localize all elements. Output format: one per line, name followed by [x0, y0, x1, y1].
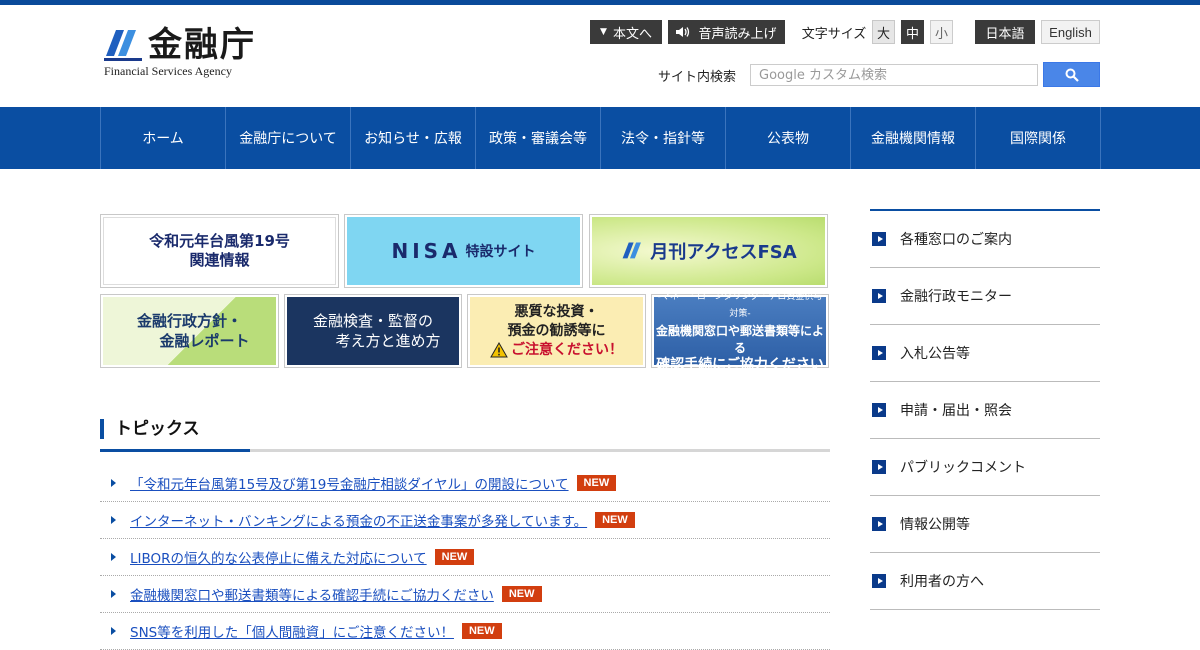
font-size-label: 文字サイズ [801, 26, 867, 42]
banner-aml-line3: 確認手続にご協力ください [656, 356, 824, 373]
banner-aml-line2: 金融機関窓口や郵送書類等による [655, 323, 824, 355]
lang-english-button[interactable]: English [1041, 20, 1100, 44]
nav-laws[interactable]: 法令・指針等 [601, 107, 726, 169]
banner-inspection[interactable]: 金融検査・監督の 考え方と進め方 [284, 294, 462, 368]
topic-item: LIBORの恒久的な公表停止に備えた対応について NEW [100, 539, 830, 576]
nav-about[interactable]: 金融庁について [226, 107, 351, 169]
topic-link[interactable]: インターネット・バンキングによる預金の不正送金事案が多発しています。 [130, 510, 587, 530]
top-accent-bar [0, 0, 1200, 5]
side-item-disclosure[interactable]: 情報公開等 [870, 496, 1100, 553]
side-item-label: 各種窓口のご案内 [900, 232, 1012, 248]
arrow-square-icon [872, 232, 886, 246]
fsa-logo[interactable]: 金融庁 Financial Services Agency [102, 24, 272, 80]
search-input[interactable] [750, 64, 1038, 86]
fsa-emblem-icon [104, 30, 142, 61]
skip-label: 本文へ [612, 26, 652, 42]
speaker-icon [676, 27, 690, 37]
nav-policy[interactable]: 政策・審議会等 [476, 107, 601, 169]
nav-institutions[interactable]: 金融機関情報 [851, 107, 976, 169]
arrow-right-icon [111, 590, 116, 598]
font-size-medium-button[interactable]: 中 [901, 20, 924, 44]
banner-policy-line2: 金融レポート [159, 332, 250, 350]
fsa-emblem-icon [622, 242, 642, 259]
side-item-public-comment[interactable]: パブリックコメント [870, 439, 1100, 496]
skip-to-content-button[interactable]: ▼ 本文へ [590, 20, 662, 44]
nav-publications[interactable]: 公表物 [726, 107, 851, 169]
search-icon [1065, 68, 1079, 82]
topic-link[interactable]: LIBORの恒久的な公表停止に備えた対応について [130, 547, 427, 567]
banner-nisa-main: NISA [391, 239, 462, 263]
new-badge: NEW [501, 586, 542, 602]
nav-international[interactable]: 国際関係 [976, 107, 1101, 169]
arrow-right-icon [111, 553, 116, 561]
search-label: サイト内検索 [658, 70, 737, 85]
new-badge: NEW [434, 549, 475, 565]
arrow-square-icon [872, 517, 886, 531]
caret-down-icon: ▼ [600, 27, 607, 37]
side-item-bidding[interactable]: 入札公告等 [870, 325, 1100, 382]
arrow-square-icon [872, 574, 886, 588]
side-item-monitor[interactable]: 金融行政モニター [870, 268, 1100, 325]
new-badge: NEW [461, 623, 502, 639]
banner-nisa-sub: 特設サイト [465, 244, 536, 260]
new-badge: NEW [595, 512, 635, 528]
side-item-label: パブリックコメント [900, 460, 1026, 476]
search-button[interactable] [1043, 62, 1100, 87]
topic-link[interactable]: SNS等を利用した「個人間融資」にご注意ください！ [130, 621, 454, 641]
side-menu: 各種窓口のご案内 金融行政モニター 入札公告等 申請・届出・照会 パブリックコメ… [870, 209, 1100, 610]
side-item-label: 利用者の方へ [900, 574, 984, 590]
topic-item: SNS等を利用した「個人間融資」にご注意ください！ NEW [100, 613, 830, 650]
new-badge: NEW [576, 475, 617, 491]
logo-subtitle: Financial Services Agency [104, 64, 232, 78]
banner-warning-line3: ご注意ください！ [511, 341, 623, 358]
topics-heading: トピックス [100, 419, 200, 439]
banner-access-fsa[interactable]: 月刊アクセスFSA [589, 214, 828, 288]
banner-warning-line2: 預金の勧誘等に [507, 322, 606, 339]
banner-policy-report[interactable]: 金融行政方針・ 金融レポート [100, 294, 279, 368]
arrow-square-icon [872, 403, 886, 417]
arrow-square-icon [872, 289, 886, 303]
banner-access-label: 月刊アクセスFSA [650, 242, 797, 263]
side-item-label: 入札公告等 [900, 346, 970, 362]
banner-inspection-line1: 金融検査・監督の [312, 312, 433, 330]
side-item-label: 情報公開等 [900, 517, 970, 533]
banner-policy-line1: 金融行政方針・ [136, 312, 242, 330]
voice-label: 音声読み上げ [698, 26, 777, 42]
arrow-square-icon [872, 346, 886, 360]
warning-icon [490, 342, 508, 358]
side-item-label: 申請・届出・照会 [900, 403, 1012, 419]
banner-aml[interactable]: -マネー・ローンダリング・テロ資金供与対策- 金融機関窓口や郵送書類等による 確… [651, 292, 829, 373]
topic-link[interactable]: 「令和元年台風第15号及び第19号金融庁相談ダイヤル」の開設について [130, 473, 569, 493]
topics-divider-accent [100, 449, 250, 452]
arrow-right-icon [111, 479, 116, 487]
banner-typhoon[interactable]: 令和元年台風第19号 関連情報 [100, 214, 339, 288]
side-item-applications[interactable]: 申請・届出・照会 [870, 382, 1100, 439]
topic-item: 金融機関窓口や郵送書類等による確認手続にご協力ください NEW [100, 576, 830, 613]
banner-inspection-line2: 考え方と進め方 [335, 332, 441, 350]
banner-warning-line1: 悪質な投資・ [514, 303, 599, 320]
banner-typhoon-line1: 令和元年台風第19号 [149, 232, 290, 250]
topic-item: インターネット・バンキングによる預金の不正送金事案が多発しています。 NEW [100, 502, 830, 539]
global-nav: ホーム 金融庁について お知らせ・広報 政策・審議会等 法令・指針等 公表物 金… [0, 107, 1200, 169]
banner-aml-line1: -マネー・ローンダリング・テロ資金供与対策- [657, 291, 823, 319]
side-item-label: 金融行政モニター [900, 289, 1012, 305]
font-size-large-button[interactable]: 大 [872, 20, 895, 44]
nav-home[interactable]: ホーム [101, 107, 226, 169]
arrow-right-icon [111, 516, 116, 524]
nav-news[interactable]: お知らせ・広報 [351, 107, 476, 169]
arrow-square-icon [872, 460, 886, 474]
banner-typhoon-line2: 関連情報 [189, 251, 250, 269]
topic-item: 「令和元年台風第15号及び第19号金融庁相談ダイヤル」の開設について NEW [100, 465, 830, 502]
topic-link[interactable]: 金融機関窓口や郵送書類等による確認手続にご協力ください [130, 584, 494, 604]
voice-reader-button[interactable]: 音声読み上げ [668, 20, 785, 44]
arrow-right-icon [111, 627, 116, 635]
banner-fraud-warning[interactable]: 悪質な投資・ 預金の勧誘等に ご注意ください！ [467, 294, 646, 368]
side-item-users[interactable]: 利用者の方へ [870, 553, 1100, 610]
banner-nisa[interactable]: NISA 特設サイト [344, 214, 583, 288]
lang-japanese-button[interactable]: 日本語 [975, 20, 1035, 44]
logo-title: 金融庁 [148, 25, 256, 65]
font-size-small-button[interactable]: 小 [930, 20, 953, 44]
side-item-contact[interactable]: 各種窓口のご案内 [870, 211, 1100, 268]
